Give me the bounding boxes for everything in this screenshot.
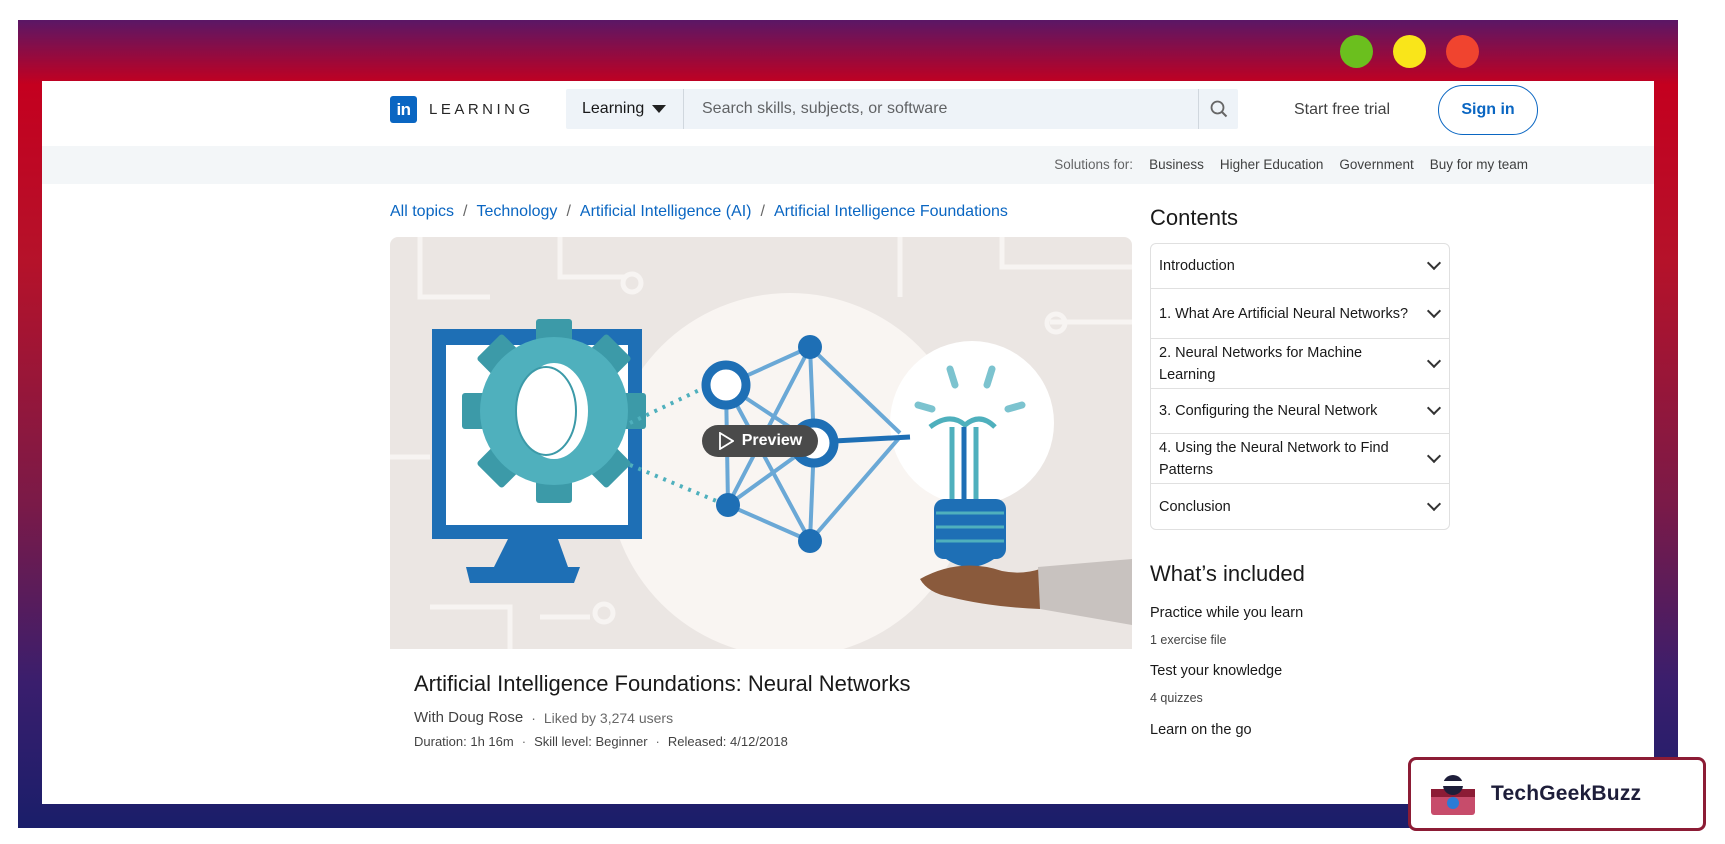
linkedin-learning-logo[interactable]: in LEARNING	[390, 96, 534, 123]
course-release-date: Released: 4/12/2018	[667, 734, 788, 749]
solutions-government-link[interactable]: Government	[1339, 157, 1413, 172]
window-dot-red-icon[interactable]	[1446, 35, 1479, 68]
course-author[interactable]: With Doug Rose	[414, 709, 523, 726]
search-category-label: Learning	[582, 100, 645, 117]
included-item-title: Test your knowledge	[1150, 663, 1283, 679]
course-author-row: With Doug Rose · Liked by 3,274 users	[414, 709, 673, 726]
window-dot-green-icon[interactable]	[1340, 35, 1373, 68]
meta-dot: ·	[521, 734, 527, 749]
included-item-title: Learn on the go	[1150, 722, 1252, 738]
course-preview-video[interactable]: Preview	[390, 237, 1132, 649]
included-item-detail: 1 exercise file	[1150, 633, 1227, 647]
techgeekbuzz-logo-icon	[1431, 775, 1475, 815]
contents-section-2[interactable]: 2. Neural Networks for Machine Learning	[1151, 339, 1449, 389]
chevron-down-icon	[1426, 400, 1442, 416]
caret-down-icon	[652, 105, 667, 113]
meta-dot: ·	[655, 734, 660, 749]
meta-dot: ·	[531, 709, 536, 726]
linkedin-logo-icon: in	[390, 96, 417, 123]
chevron-down-icon	[1426, 496, 1442, 511]
breadcrumb-ai[interactable]: Artificial Intelligence (AI)	[580, 203, 752, 221]
breadcrumb-separator: /	[463, 203, 468, 220]
contents-section-label: 2. Neural Networks for Machine Learning	[1159, 344, 1363, 383]
breadcrumb-all-topics[interactable]: All topics	[390, 203, 454, 221]
window-dot-yellow-icon[interactable]	[1393, 35, 1426, 68]
search-bar: Learning	[566, 89, 1238, 129]
course-duration: Duration: 1h 16m	[414, 734, 514, 749]
breadcrumb: All topics / Technology / Artificial Int…	[390, 203, 1008, 221]
course-title: Artificial Intelligence Foundations: Neu…	[414, 671, 911, 696]
breadcrumb-technology[interactable]: Technology	[476, 203, 557, 221]
breadcrumb-separator: /	[760, 203, 765, 220]
contents-section-label: 1. What Are Artificial Neural Networks?	[1159, 305, 1409, 322]
sign-in-button[interactable]: Sign in	[1438, 85, 1538, 135]
solutions-higher-education-link[interactable]: Higher Education	[1220, 157, 1324, 172]
contents-heading: Contents	[1150, 205, 1239, 230]
included-item-detail: 4 quizzes	[1150, 691, 1203, 705]
preview-label: Preview	[741, 432, 803, 449]
contents-section-introduction[interactable]: Introduction	[1151, 244, 1449, 289]
breadcrumb-ai-foundations[interactable]: Artificial Intelligence Foundations	[774, 203, 1008, 221]
solutions-buy-for-team-link[interactable]: Buy for my team	[1430, 157, 1528, 172]
contents-accordion: Introduction 1. What Are Artificial Neur…	[1150, 243, 1450, 530]
chevron-down-icon	[1426, 303, 1442, 318]
breadcrumb-separator: /	[566, 203, 571, 220]
contents-section-conclusion[interactable]: Conclusion	[1151, 484, 1449, 529]
contents-section-label: Conclusion	[1159, 498, 1231, 515]
whats-included-heading: What’s included	[1150, 561, 1305, 586]
contents-section-4[interactable]: 4. Using the Neural Network to Find Patt…	[1151, 434, 1449, 484]
contents-section-label: 4. Using the Neural Network to Find Patt…	[1159, 439, 1389, 478]
browser-frame: in LEARNING Learning Start free trial Si…	[18, 20, 1678, 828]
contents-section-3[interactable]: 3. Configuring the Neural Network	[1151, 389, 1449, 434]
solutions-bar: Solutions for: Business Higher Education…	[42, 146, 1654, 184]
watermark-text: TechGeekBuzz	[1491, 782, 1642, 805]
search-category-dropdown[interactable]: Learning	[566, 89, 684, 129]
chevron-down-icon	[1426, 448, 1442, 463]
techgeekbuzz-watermark: TechGeekBuzz	[1408, 757, 1706, 831]
chevron-down-icon	[1426, 353, 1442, 368]
top-nav: in LEARNING Learning Start free trial Si…	[42, 81, 1654, 146]
included-item-title: Practice while you learn	[1150, 605, 1304, 621]
logo-wordmark: LEARNING	[429, 101, 534, 118]
contents-section-1[interactable]: 1. What Are Artificial Neural Networks?	[1151, 289, 1449, 339]
solutions-label: Solutions for:	[1054, 157, 1134, 172]
start-free-trial-link[interactable]: Start free trial	[1294, 101, 1390, 119]
course-meta-row: Duration: 1h 16m · Skill level: Beginner…	[414, 734, 788, 749]
contents-section-label: Introduction	[1159, 258, 1235, 274]
play-icon	[718, 432, 734, 450]
chevron-down-icon	[1426, 255, 1442, 271]
preview-button[interactable]: Preview	[702, 425, 818, 457]
solutions-business-link[interactable]: Business	[1149, 157, 1204, 172]
course-skill-level: Skill level: Beginner	[534, 734, 648, 749]
search-button[interactable]	[1198, 89, 1238, 129]
page-viewport: in LEARNING Learning Start free trial Si…	[42, 81, 1654, 804]
search-input[interactable]	[684, 89, 1198, 129]
search-icon	[1210, 100, 1227, 118]
contents-section-label: 3. Configuring the Neural Network	[1159, 403, 1378, 419]
course-likes: Liked by 3,274 users	[543, 709, 674, 726]
